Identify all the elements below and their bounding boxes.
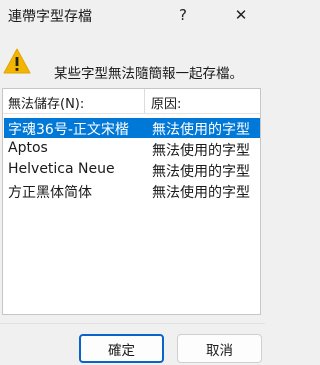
window-title: 連帶字型存檔 bbox=[8, 9, 92, 25]
list-item[interactable]: 字魂36号-正文宋楷 無法使用的字型 bbox=[4, 118, 260, 138]
help-icon: ? bbox=[179, 6, 187, 24]
warning-icon bbox=[3, 48, 31, 74]
footer-divider bbox=[0, 323, 265, 324]
title-bar: 連帶字型存檔 ? ✕ bbox=[0, 0, 265, 30]
list-item[interactable]: 方正黑体简体 無法使用的字型 bbox=[4, 181, 260, 201]
cancel-button[interactable]: 取消 bbox=[177, 334, 262, 363]
close-button[interactable]: ✕ bbox=[226, 3, 256, 27]
font-name: Aptos bbox=[8, 140, 48, 156]
font-list[interactable]: 無法儲存(N): 原因: 字魂36号-正文宋楷 無法使用的字型 Aptos 無法… bbox=[2, 88, 261, 315]
message-text: 某些字型無法隨簡報一起存檔。 bbox=[54, 66, 243, 82]
list-item[interactable]: Helvetica Neue 無法使用的字型 bbox=[4, 160, 260, 180]
column-header-font[interactable]: 無法儲存(N): bbox=[8, 93, 84, 112]
reason: 無法使用的字型 bbox=[152, 185, 250, 201]
column-divider[interactable] bbox=[144, 89, 145, 113]
close-icon: ✕ bbox=[234, 6, 248, 24]
reason: 無法使用的字型 bbox=[152, 143, 250, 159]
reason: 無法使用的字型 bbox=[152, 122, 250, 138]
font-name: 字魂36号-正文宋楷 bbox=[8, 122, 129, 138]
font-name: 方正黑体简体 bbox=[8, 185, 92, 201]
help-button[interactable]: ? bbox=[168, 3, 198, 27]
font-name: Helvetica Neue bbox=[8, 161, 115, 177]
list-header: 無法儲存(N): 原因: bbox=[3, 89, 260, 113]
header-divider bbox=[3, 113, 260, 114]
reason: 無法使用的字型 bbox=[152, 164, 250, 180]
ok-button[interactable]: 確定 bbox=[79, 334, 164, 363]
list-item[interactable]: Aptos 無法使用的字型 bbox=[4, 139, 260, 159]
column-header-reason[interactable]: 原因: bbox=[151, 93, 181, 112]
